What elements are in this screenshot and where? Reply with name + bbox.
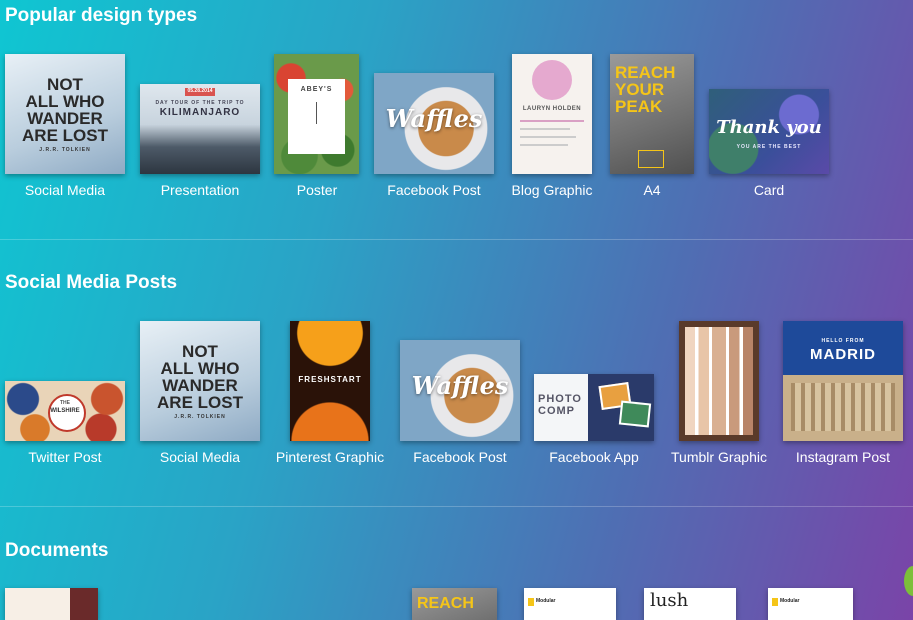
design-label-facebook-post[interactable]: Facebook Post xyxy=(387,182,480,198)
design-card-instagram-post[interactable]: HELLO FROM MADRID xyxy=(783,321,903,441)
design-label-poster[interactable]: Poster xyxy=(297,182,337,198)
card-art-text: J.R.R. TOLKIEN xyxy=(174,414,226,420)
card-art-text: NOT xyxy=(182,342,218,361)
design-label-tumblr-graphic[interactable]: Tumblr Graphic xyxy=(671,449,767,465)
card-art-text: REACH xyxy=(615,63,676,82)
card-art-text: Modular xyxy=(780,598,800,604)
card-art-text: PHOTO xyxy=(538,393,582,405)
design-card-poster[interactable]: ABEY'S xyxy=(274,54,359,174)
card-art-text: ARE LOST xyxy=(22,126,108,145)
card-art-text: REACH xyxy=(417,595,474,612)
design-card-social-media[interactable]: NOT ALL WHO WANDER ARE LOST J.R.R. TOLKI… xyxy=(5,54,125,174)
design-card-social-media[interactable]: NOT ALL WHO WANDER ARE LOST J.R.R. TOLKI… xyxy=(140,321,260,441)
section-title-documents: Documents xyxy=(5,540,109,561)
help-button[interactable] xyxy=(904,566,913,596)
card-art-text: YOU ARE THE BEST xyxy=(736,144,802,150)
design-label-social-media[interactable]: Social Media xyxy=(160,449,240,465)
design-card-facebook-app[interactable]: PHOTO COMP xyxy=(534,374,654,441)
card-art-text: ALL WHO xyxy=(25,92,105,111)
design-label-pinterest-graphic[interactable]: Pinterest Graphic xyxy=(276,449,384,465)
design-label-presentation[interactable]: Presentation xyxy=(161,182,240,198)
card-art-text: PEAK xyxy=(615,97,663,116)
card-art-text: Waffles xyxy=(411,371,509,400)
card-art-text: MADRID xyxy=(810,346,876,363)
card-art-text: J.R.R. TOLKIEN xyxy=(39,147,91,153)
card-art-text: ABEY'S xyxy=(300,86,333,93)
document-card[interactable]: Modular xyxy=(524,588,616,620)
design-card-card[interactable]: Thank you YOU ARE THE BEST xyxy=(709,89,829,174)
design-label-instagram-post[interactable]: Instagram Post xyxy=(796,449,890,465)
section-divider xyxy=(0,239,913,240)
section-divider xyxy=(0,506,913,507)
design-card-facebook-post[interactable]: Waffles xyxy=(400,340,520,441)
design-card-a4[interactable]: REACH YOUR PEAK xyxy=(610,54,694,174)
design-label-facebook-app[interactable]: Facebook App xyxy=(549,449,639,465)
section-title-popular-design-types: Popular design types xyxy=(5,5,198,26)
design-label-blog-graphic[interactable]: Blog Graphic xyxy=(512,182,593,198)
document-card[interactable]: REACH xyxy=(412,588,497,620)
card-art-text: WANDER xyxy=(162,376,238,395)
design-label-card[interactable]: Card xyxy=(754,182,784,198)
design-label-twitter-post[interactable]: Twitter Post xyxy=(28,449,101,465)
design-label-social-media[interactable]: Social Media xyxy=(25,182,105,198)
design-card-pinterest-graphic[interactable]: FRESHSTART xyxy=(290,321,370,441)
card-art-text: NOT xyxy=(47,75,83,94)
card-art-text: WILSHIRE xyxy=(50,408,80,414)
card-art-text: KILIMANJARO xyxy=(159,107,241,118)
design-card-twitter-post[interactable]: THE WILSHIRE xyxy=(5,381,125,441)
design-card-facebook-post[interactable]: Waffles xyxy=(374,73,494,174)
card-art-text: LAURYN HOLDEN xyxy=(522,106,582,112)
document-card[interactable]: lush xyxy=(644,588,736,620)
card-art-text: Modular xyxy=(536,598,556,604)
design-card-blog-graphic[interactable]: LAURYN HOLDEN xyxy=(512,54,592,174)
card-art-text: 05.28.2014 xyxy=(187,88,213,94)
card-art-text: FRESHSTART xyxy=(298,375,362,384)
card-art-text: HELLO FROM xyxy=(821,338,865,344)
card-art-text: YOUR xyxy=(615,80,665,99)
card-art-text: Waffles xyxy=(385,104,483,133)
card-art-text: ALL WHO xyxy=(160,359,240,378)
document-card[interactable]: Modular xyxy=(768,588,853,620)
card-art-text: Thank you xyxy=(716,117,822,138)
design-label-facebook-post[interactable]: Facebook Post xyxy=(413,449,506,465)
card-art-text: COMP xyxy=(538,405,575,417)
design-card-presentation[interactable]: 05.28.2014 DAY TOUR OF THE TRIP TO KILIM… xyxy=(140,84,260,174)
design-card-tumblr-graphic[interactable] xyxy=(679,321,759,441)
design-label-a4[interactable]: A4 xyxy=(643,182,660,198)
card-art-text: WANDER xyxy=(27,109,103,128)
card-art-text: DAY TOUR OF THE TRIP TO xyxy=(155,100,245,106)
section-title-social-media-posts: Social Media Posts xyxy=(5,272,178,293)
document-card[interactable] xyxy=(5,588,98,620)
card-art-text: ARE LOST xyxy=(157,393,243,412)
card-art-text: THE xyxy=(60,400,70,406)
card-art-text: lush xyxy=(650,590,689,611)
